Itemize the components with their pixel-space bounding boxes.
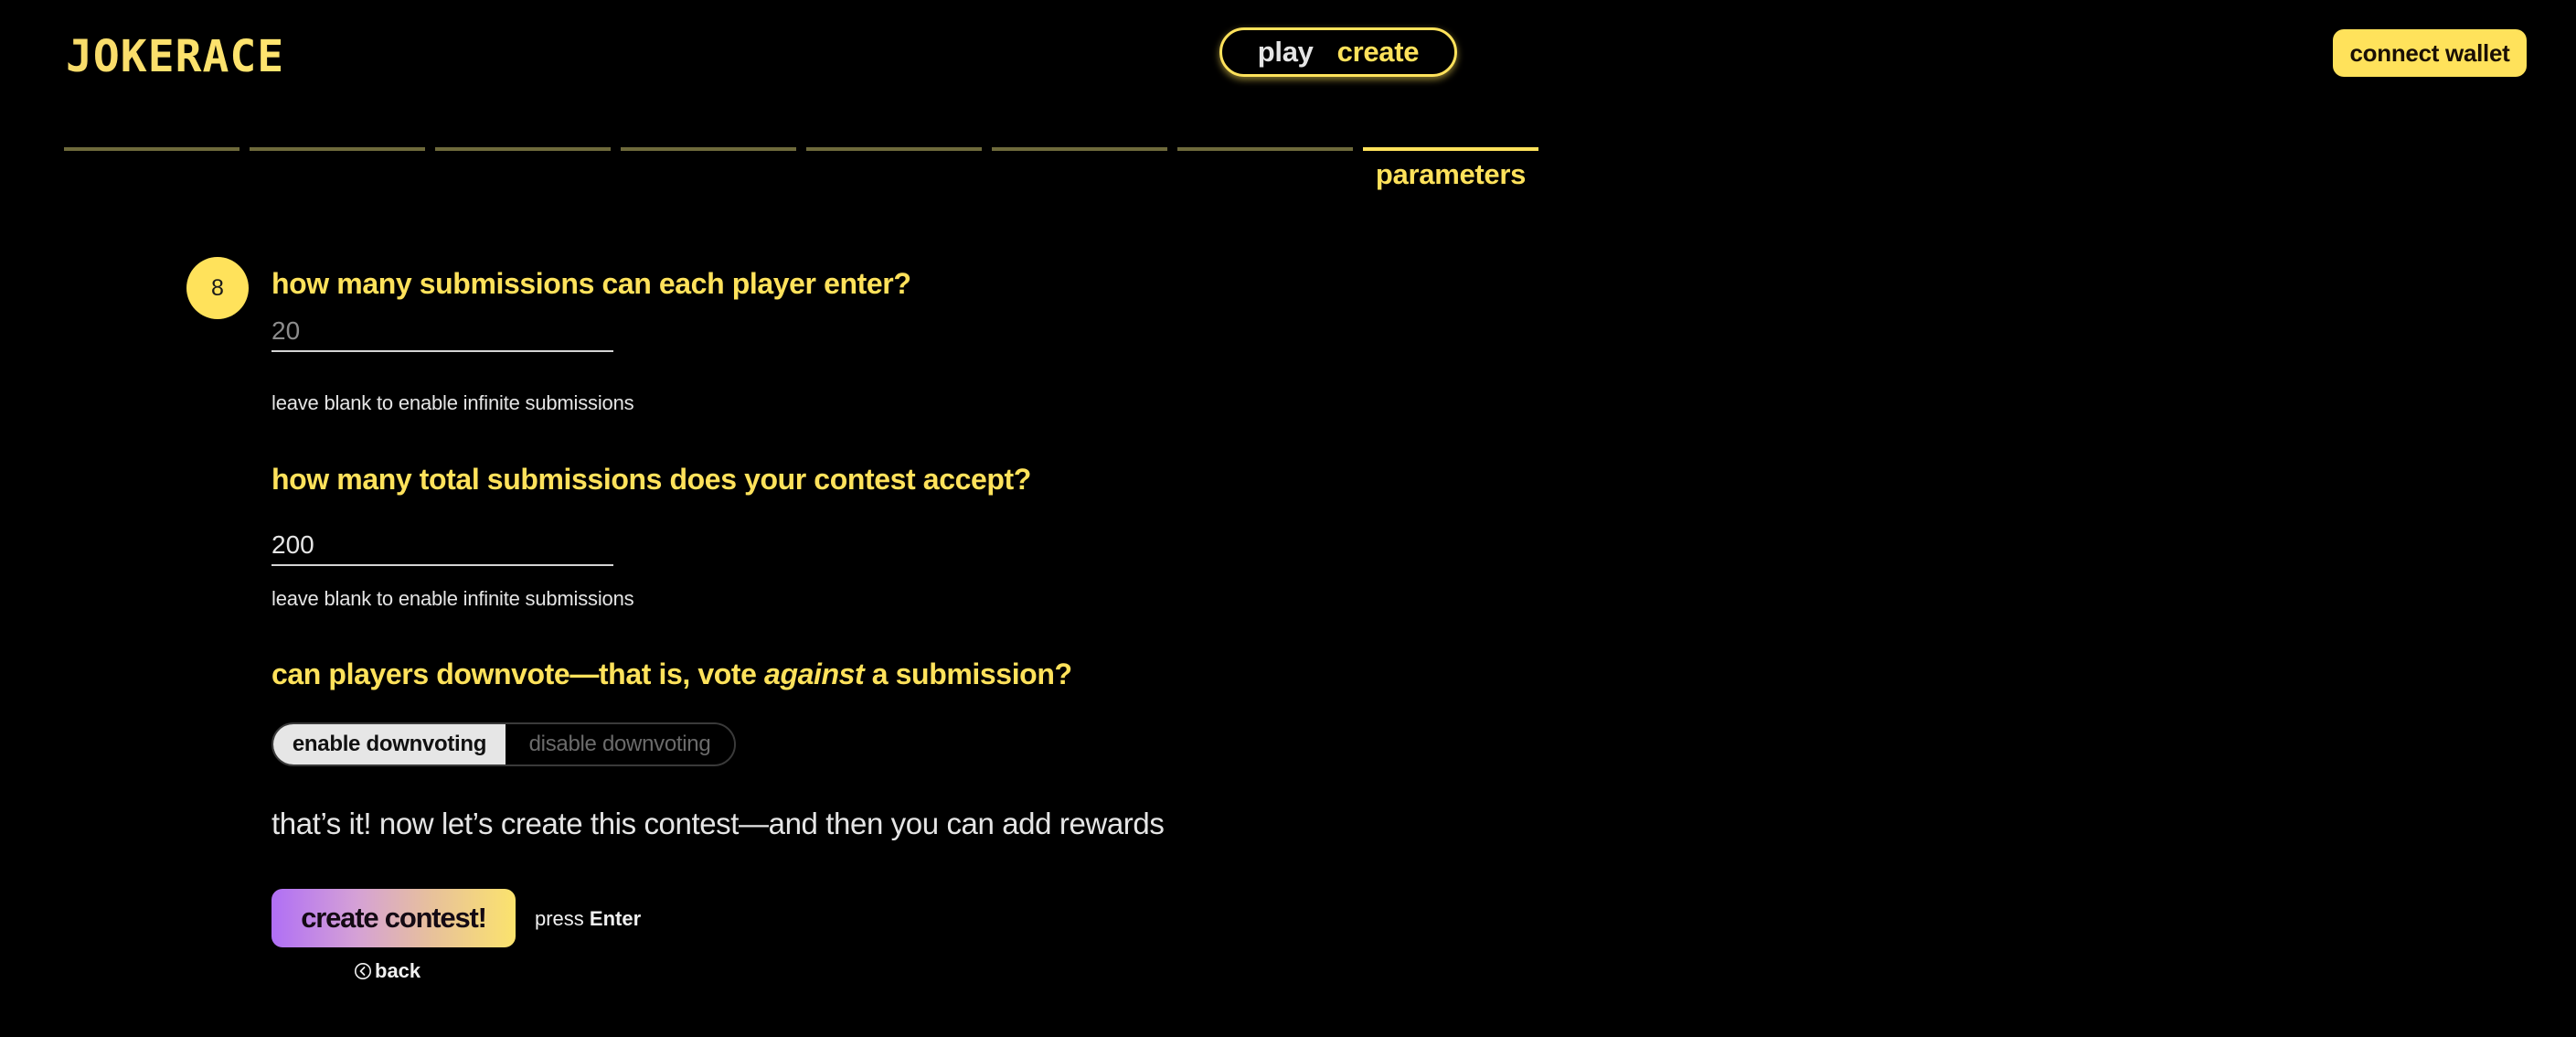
per-player-question: how many submissions can each player ent…: [271, 267, 911, 300]
step-number-badge: 8: [186, 257, 249, 319]
disable-downvoting-option[interactable]: disable downvoting: [506, 724, 734, 764]
step-8-segment[interactable]: parameters: [1363, 147, 1538, 190]
back-button[interactable]: back: [354, 959, 420, 983]
step-4-segment[interactable]: [621, 147, 796, 151]
per-player-helper-text: leave blank to enable infinite submissio…: [271, 391, 634, 414]
step-6-segment[interactable]: [992, 147, 1167, 151]
jokerace-logo[interactable]: JOKERACE: [66, 33, 345, 80]
downvote-question-end: a submission?: [864, 657, 1072, 690]
step-7-segment[interactable]: [1177, 147, 1353, 151]
svg-text:JOKERACE: JOKERACE: [66, 37, 284, 77]
total-submissions-input[interactable]: [271, 526, 613, 566]
keyboard-hint: press Enter: [535, 907, 641, 931]
active-step-label: parameters: [1375, 158, 1527, 190]
downvote-question-emphasis: against: [764, 657, 865, 690]
downvote-question: can players downvote—that is, vote again…: [271, 657, 1072, 691]
play-create-nav: play create: [1219, 27, 1457, 77]
keyboard-hint-prefix: press: [535, 907, 590, 930]
total-submissions-helper-text: leave blank to enable infinite submissio…: [271, 587, 634, 610]
total-submissions-question: how many total submissions does your con…: [271, 463, 1031, 496]
create-contest-button[interactable]: create contest!: [271, 889, 516, 947]
step-5-segment[interactable]: [806, 147, 982, 151]
connect-wallet-button[interactable]: connect wallet: [2333, 29, 2527, 77]
progress-steps: parameters: [64, 147, 1538, 190]
downvote-question-start: can players downvote—that is, vote: [271, 657, 765, 690]
keyboard-hint-key: Enter: [589, 907, 642, 930]
logo-wordmark-icon: JOKERACE: [66, 37, 284, 77]
nav-create-link[interactable]: create: [1337, 36, 1420, 69]
per-player-submissions-input[interactable]: [271, 312, 613, 352]
closing-message: that’s it! now let’s create this contest…: [271, 807, 1165, 840]
step-1-segment[interactable]: [64, 147, 240, 151]
step-3-segment[interactable]: [435, 147, 611, 151]
enable-downvoting-option[interactable]: enable downvoting: [273, 724, 506, 764]
back-label: back: [375, 959, 421, 982]
chevron-left-circle-icon: [355, 963, 371, 979]
step-2-segment[interactable]: [250, 147, 425, 151]
nav-play-link[interactable]: play: [1258, 36, 1314, 69]
downvoting-toggle: enable downvoting disable downvoting: [271, 722, 736, 766]
